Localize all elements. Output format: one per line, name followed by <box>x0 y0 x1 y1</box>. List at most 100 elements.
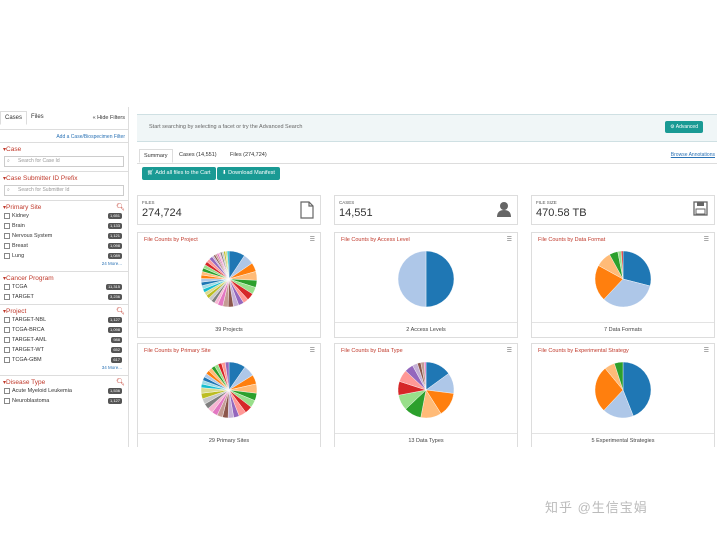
facet-title[interactable]: Cancer Program <box>3 275 125 282</box>
chart-title: File Counts by Project <box>144 237 198 243</box>
add-all-to-cart-button[interactable]: 🛒︎ Add all files to the Cart <box>142 167 216 180</box>
chart-card-primary-site: File Counts by Primary Site ☰ 29 Primary… <box>137 343 321 447</box>
facet-item[interactable]: Nervous System 1,121 <box>3 231 125 241</box>
facet-item[interactable]: Neuroblastoma 1,127 <box>3 396 125 406</box>
menu-icon[interactable]: ☰ <box>507 347 512 354</box>
pie-chart <box>200 361 258 419</box>
facet-item[interactable]: TCGA 11,315 <box>3 282 125 292</box>
tab-files[interactable]: Files <box>31 114 44 120</box>
checkbox[interactable] <box>4 326 10 333</box>
checkbox[interactable] <box>4 212 10 219</box>
count-badge: 1,089 <box>107 253 122 259</box>
facet-title[interactable]: Primary Site <box>3 204 125 211</box>
submitter-id-search-input[interactable]: ⌕ Search for Submitter Id <box>4 185 124 196</box>
more-link[interactable]: 24 More... <box>3 261 125 269</box>
count-badge: 1,121 <box>107 233 122 239</box>
checkbox[interactable] <box>4 232 10 239</box>
count-badge: 1,133 <box>107 223 122 229</box>
checkbox[interactable] <box>4 387 10 394</box>
checkbox[interactable] <box>4 397 10 404</box>
facet-item[interactable]: Brain 1,133 <box>3 221 125 231</box>
chart-footer[interactable]: 2 Access Levels <box>335 322 517 337</box>
facet-item[interactable]: TARGET-NBL 1,127 <box>3 315 125 325</box>
facet-item-label: Neuroblastoma <box>12 398 50 404</box>
add-case-filter-link[interactable]: Add a Case/Biospecimen Filter <box>0 130 128 142</box>
menu-icon[interactable]: ☰ <box>310 347 315 354</box>
chart-footer[interactable]: 5 Experimental Strategies <box>532 433 714 447</box>
facet-title[interactable]: Disease Type <box>3 379 125 386</box>
search-icon[interactable]: 🔍︎ <box>116 307 125 315</box>
app-window: Cases Files « Hide Filters Add a Case/Bi… <box>0 107 720 447</box>
stat-label: FILES <box>142 200 155 205</box>
facet-item[interactable]: Breast 1,098 <box>3 241 125 251</box>
menu-icon[interactable]: ☰ <box>310 236 315 243</box>
facet-item[interactable]: Acute Myeloid Leukemia 1,536 <box>3 386 125 396</box>
facet-item[interactable]: TARGET-WT 652 <box>3 345 125 355</box>
chart-footer[interactable]: 7 Data Formats <box>532 322 714 337</box>
checkbox[interactable] <box>4 356 10 363</box>
more-link[interactable]: 34 More... <box>3 365 125 373</box>
tab-cases[interactable]: Cases <box>0 111 28 125</box>
search-icon[interactable]: 🔍︎ <box>116 378 125 386</box>
menu-icon[interactable]: ☰ <box>507 236 512 243</box>
pie-slice[interactable] <box>397 250 427 308</box>
menu-icon[interactable]: ☰ <box>704 236 709 243</box>
facet-title[interactable]: Case Submitter ID Prefix <box>3 175 125 182</box>
count-badge: 988 <box>111 337 122 343</box>
pie-slice[interactable] <box>425 250 455 308</box>
case-id-search-input[interactable]: ⌕ Search for Case Id <box>4 156 124 167</box>
checkbox[interactable] <box>4 346 10 353</box>
facet-item[interactable]: Kidney 1,651 <box>3 211 125 221</box>
facet-title[interactable]: Project <box>3 308 125 315</box>
checkbox[interactable] <box>4 283 10 290</box>
facet-cancer-program: Cancer Program TCGA 11,315 TARGET 3,236 <box>0 271 128 304</box>
add-all-label: Add all files to the Cart <box>155 170 211 176</box>
checkbox[interactable] <box>4 222 10 229</box>
advanced-search-button[interactable]: ⚙ Advanced <box>665 121 703 133</box>
facet-item[interactable]: TCGA-GBM 617 <box>3 355 125 365</box>
facet-title[interactable]: Case <box>3 146 125 153</box>
chart-footer[interactable]: 13 Data Types <box>335 433 517 447</box>
facet-item[interactable]: TCGA-BRCA 1,098 <box>3 325 125 335</box>
chart-footer[interactable]: 29 Primary Sites <box>138 433 320 447</box>
checkbox[interactable] <box>4 242 10 249</box>
chart-footer[interactable]: 39 Projects <box>138 322 320 337</box>
hide-filters-link[interactable]: « Hide Filters <box>93 115 125 121</box>
facet-item-label: TCGA <box>12 284 28 290</box>
checkbox[interactable] <box>4 293 10 300</box>
search-icon: ⌕ <box>7 187 10 193</box>
facet-item[interactable]: Lung 1,089 <box>3 251 125 261</box>
checkbox[interactable] <box>4 316 10 323</box>
main-content: Start searching by selecting a facet or … <box>137 107 720 447</box>
checkbox[interactable] <box>4 252 10 259</box>
chart-title: File Counts by Data Type <box>341 348 403 354</box>
facet-item-label: Kidney <box>12 213 29 219</box>
chart-title: File Counts by Data Format <box>538 237 606 243</box>
search-icon: ⌕ <box>7 158 10 164</box>
chart-card-experimental-strategy: File Counts by Experimental Strategy ☰ 5… <box>531 343 715 447</box>
tab-cases[interactable]: Cases (14,551) <box>179 152 217 158</box>
facet-item-label: TARGET-AML <box>12 337 47 343</box>
stat-label: CASES <box>339 200 355 205</box>
facet-case: Case ⌕ Search for Case Id <box>0 142 128 171</box>
search-icon[interactable]: 🔍︎ <box>116 203 125 211</box>
facet-item-label: Breast <box>12 243 28 249</box>
download-manifest-button[interactable]: ⬇ Download Manifest <box>217 167 280 180</box>
tab-summary[interactable]: Summary <box>139 149 173 163</box>
tab-files[interactable]: Files (274,724) <box>230 152 267 158</box>
watermark: 知乎 @生信宝娟 <box>545 500 648 515</box>
count-badge: 1,127 <box>107 317 122 323</box>
menu-icon[interactable]: ☰ <box>704 347 709 354</box>
facet-item-label: TCGA-GBM <box>12 357 42 363</box>
stat-file-size: FILE SIZE 470.58 TB <box>531 195 715 225</box>
stat-cases: CASES 14,551 <box>334 195 518 225</box>
chart-card-project: File Counts by Project ☰ 39 Projects <box>137 232 321 338</box>
checkbox[interactable] <box>4 336 10 343</box>
facet-item-label: Brain <box>12 223 25 229</box>
facet-item-label: Nervous System <box>12 233 53 239</box>
facet-item[interactable]: TARGET 3,236 <box>3 292 125 302</box>
facet-item[interactable]: TARGET-AML 988 <box>3 335 125 345</box>
facet-item-label: TARGET-WT <box>12 347 44 353</box>
save-icon <box>693 201 708 216</box>
browse-annotations-link[interactable]: Browse Annotations <box>671 152 715 158</box>
